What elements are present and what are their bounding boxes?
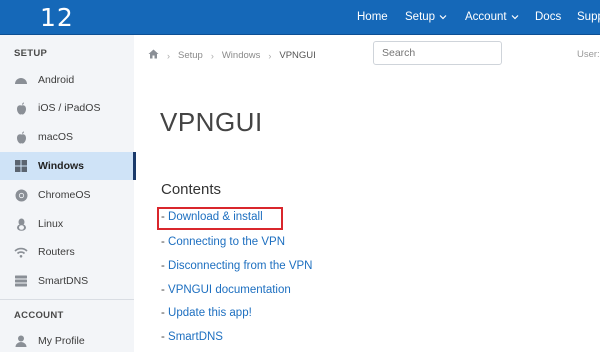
list-dash: -	[161, 307, 169, 319]
sidebar-item-my-profile[interactable]: My Profile	[0, 327, 134, 352]
sidebar-item-label: SmartDNS	[38, 275, 89, 287]
sidebar-item-linux[interactable]: Linux	[0, 210, 134, 238]
toc-link-label: Disconnecting from the VPN	[168, 260, 313, 272]
list-dash: -	[161, 260, 169, 272]
wifi-icon	[14, 245, 28, 259]
nav-docs[interactable]: Docs	[535, 11, 561, 23]
home-icon[interactable]	[148, 49, 159, 62]
sidebar-item-label: Windows	[38, 160, 84, 172]
sidebar-item-label: Android	[38, 74, 75, 86]
android-icon	[14, 73, 28, 87]
toc-link-smartdns[interactable]: - SmartDNS	[161, 331, 223, 343]
nav-support[interactable]: Supp	[577, 11, 600, 23]
top-navigation-bar: 12 Home Setup Account Docs Supp	[0, 0, 600, 35]
toc-link-label: SmartDNS	[168, 331, 223, 343]
active-item-indicator	[133, 152, 136, 180]
sidebar-item-routers[interactable]: Routers	[0, 238, 134, 266]
list-dash: -	[161, 331, 169, 343]
sidebar-item-ios[interactable]: iOS / iPadOS	[0, 94, 134, 122]
sidebar-item-label: macOS	[38, 131, 74, 143]
server-icon	[14, 274, 28, 288]
sidebar-item-label: ChromeOS	[38, 189, 91, 201]
linux-icon	[14, 217, 28, 231]
highlight-box	[157, 207, 283, 230]
user-label: User:	[577, 49, 600, 60]
nav-home[interactable]: Home	[357, 11, 388, 23]
sidebar-item-label: iOS / iPadOS	[38, 102, 101, 114]
contents-heading: Contents	[161, 181, 222, 198]
apple-icon	[14, 101, 28, 115]
chevron-right-icon: ›	[268, 50, 272, 61]
site-logo[interactable]: 12	[40, 3, 74, 32]
sidebar: SETUP Android iOS / iPadOS macOS Windows…	[0, 35, 134, 352]
user-icon	[14, 334, 28, 348]
toc-link-documentation[interactable]: - VPNGUI documentation	[161, 284, 291, 296]
sidebar-heading-account: ACCOUNT	[14, 310, 64, 321]
list-dash: -	[161, 284, 169, 296]
breadcrumb: › Setup › Windows › VPNGUI	[148, 49, 316, 62]
toc-link-connecting[interactable]: - Connecting to the VPN	[161, 236, 285, 248]
chevron-down-icon	[511, 12, 519, 22]
sidebar-item-label: My Profile	[38, 335, 85, 347]
list-dash: -	[161, 236, 169, 248]
nav-setup-label: Setup	[405, 11, 436, 23]
nav-account-label: Account	[465, 11, 507, 23]
toc-link-label: Update this app!	[168, 307, 252, 319]
search-input[interactable]	[373, 41, 502, 65]
windows-icon	[14, 159, 28, 173]
page-title: VPNGUI	[160, 107, 263, 137]
nav-setup[interactable]: Setup	[405, 11, 447, 23]
sidebar-item-android[interactable]: Android	[0, 66, 134, 94]
sidebar-item-chromeos[interactable]: ChromeOS	[0, 181, 134, 209]
sidebar-heading-setup: SETUP	[14, 48, 48, 59]
sidebar-item-macos[interactable]: macOS	[0, 123, 134, 151]
sidebar-item-label: Routers	[38, 246, 75, 258]
sidebar-item-smartdns[interactable]: SmartDNS	[0, 267, 134, 295]
chrome-icon	[14, 188, 28, 202]
sidebar-divider	[0, 299, 134, 300]
chevron-right-icon: ›	[167, 50, 170, 61]
breadcrumb-current: VPNGUI	[279, 50, 316, 61]
toc-link-disconnecting[interactable]: - Disconnecting from the VPN	[161, 260, 312, 272]
breadcrumb-windows[interactable]: Windows	[222, 50, 261, 61]
chevron-down-icon	[439, 12, 447, 22]
nav-account[interactable]: Account	[465, 11, 519, 23]
sidebar-item-windows[interactable]: Windows	[0, 152, 134, 180]
toc-link-update-app[interactable]: - Update this app!	[161, 307, 252, 319]
apple-icon	[14, 130, 28, 144]
toc-link-label: VPNGUI documentation	[168, 284, 291, 296]
breadcrumb-setup[interactable]: Setup	[178, 50, 203, 61]
sidebar-item-label: Linux	[38, 218, 64, 230]
toc-link-label: Connecting to the VPN	[168, 236, 286, 248]
chevron-right-icon: ›	[210, 50, 214, 61]
